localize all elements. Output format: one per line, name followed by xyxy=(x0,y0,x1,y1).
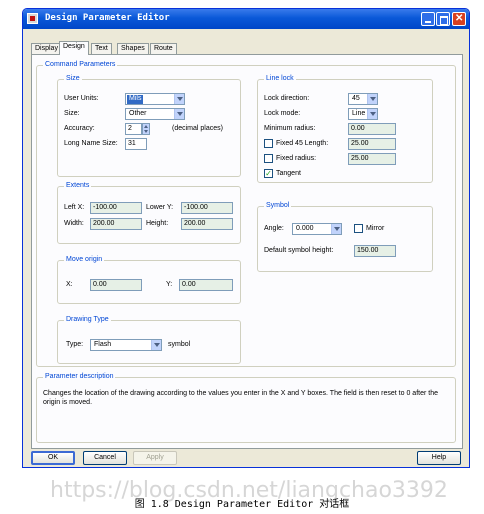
accuracy-input[interactable]: 2 xyxy=(125,123,142,135)
tab-design[interactable]: Design xyxy=(59,41,89,55)
parameter-description-group: Parameter description Changes the locati… xyxy=(36,373,456,443)
mirror-checkbox[interactable] xyxy=(354,224,363,233)
design-parameter-editor-window: Design Parameter Editor Display Design T… xyxy=(22,8,470,468)
app-icon xyxy=(27,13,38,24)
drawing-type-title: Drawing Type xyxy=(64,316,111,323)
drawing-type-select[interactable]: Flash xyxy=(90,339,162,351)
angle-label: Angle: xyxy=(264,225,284,232)
parameter-description-text: Changes the location of the drawing acco… xyxy=(43,390,438,406)
left-x-input[interactable]: -100.00 xyxy=(90,202,142,214)
width-label: Width: xyxy=(64,220,84,227)
angle-select[interactable]: 0.000 xyxy=(292,223,342,235)
height-label: Height: xyxy=(146,220,169,227)
min-radius-input[interactable]: 0.00 xyxy=(348,123,396,135)
min-radius-label: Minimum radius: xyxy=(264,125,316,132)
move-x-label: X: xyxy=(66,281,73,288)
figure-caption: 图 1.8 Design Parameter Editor 对话框 xyxy=(134,499,350,510)
symbol-group: Symbol Angle: 0.000 Mirror Default symbo… xyxy=(257,202,433,272)
minimize-button[interactable] xyxy=(421,12,435,26)
command-parameters-title: Command Parameters xyxy=(43,61,118,68)
size-value: Other xyxy=(129,110,147,117)
tangent-label: Tangent xyxy=(276,170,301,177)
help-button[interactable]: Help xyxy=(417,451,461,465)
left-x-label: Left X: xyxy=(64,204,85,211)
chevron-down-icon[interactable] xyxy=(151,340,161,350)
chevron-down-icon[interactable] xyxy=(174,94,184,104)
fixed-radius-checkbox[interactable] xyxy=(264,154,273,163)
user-units-label: User Units: xyxy=(64,95,99,102)
accuracy-suffix: (decimal places) xyxy=(172,125,223,132)
line-lock-title: Line lock xyxy=(264,75,296,82)
user-units-select[interactable]: Mils xyxy=(125,93,185,105)
size-title: Size xyxy=(64,75,82,82)
move-y-input[interactable]: 0.00 xyxy=(179,279,233,291)
extents-group: Extents Left X: -100.00 Lower Y: -100.00… xyxy=(57,182,241,244)
drawing-type-suffix: symbol xyxy=(168,341,191,348)
long-name-size-input[interactable]: 31 xyxy=(125,138,147,150)
maximize-button[interactable] xyxy=(436,12,450,26)
symbol-title: Symbol xyxy=(264,202,292,209)
drawing-type-label: Type: xyxy=(66,341,84,348)
cancel-button[interactable]: Cancel xyxy=(83,451,127,465)
long-name-size-label: Long Name Size: xyxy=(64,140,118,147)
size-group: Size User Units: Mils Size: Other Accura… xyxy=(57,75,241,177)
fixed-45-label: Fixed 45 Length: xyxy=(276,140,329,147)
lower-y-input[interactable]: -100.00 xyxy=(181,202,233,214)
close-button[interactable] xyxy=(452,12,466,26)
default-symbol-height-input[interactable]: 150.00 xyxy=(354,245,396,257)
command-parameters-group: Command Parameters Size User Units: Mils… xyxy=(36,61,456,367)
parameter-description-title: Parameter description xyxy=(43,373,116,380)
fixed-45-input[interactable]: 25.00 xyxy=(348,138,396,150)
move-origin-title: Move origin xyxy=(64,256,105,263)
chevron-down-icon[interactable] xyxy=(367,109,377,119)
design-tab-panel: Command Parameters Size User Units: Mils… xyxy=(31,54,463,449)
fixed-radius-label: Fixed radius: xyxy=(276,155,317,162)
fixed-45-checkbox[interactable] xyxy=(264,139,273,148)
ok-button[interactable]: OK xyxy=(31,451,75,465)
default-symbol-height-label: Default symbol height: xyxy=(264,247,334,254)
lock-mode-label: Lock mode: xyxy=(264,110,301,117)
width-input[interactable]: 200.00 xyxy=(90,218,142,230)
chevron-down-icon[interactable] xyxy=(174,109,184,119)
chevron-down-icon[interactable] xyxy=(367,94,377,104)
accuracy-spinner[interactable] xyxy=(142,123,150,135)
title-bar[interactable]: Design Parameter Editor xyxy=(23,9,469,29)
line-lock-group: Line lock Lock direction: 45 Lock mode: … xyxy=(257,75,433,183)
apply-button[interactable]: Apply xyxy=(133,451,177,465)
lock-mode-select[interactable]: Line xyxy=(348,108,378,120)
accuracy-label: Accuracy: xyxy=(64,125,95,132)
fixed-radius-input[interactable]: 25.00 xyxy=(348,153,396,165)
lock-direction-label: Lock direction: xyxy=(264,95,310,102)
height-input[interactable]: 200.00 xyxy=(181,218,233,230)
size-select[interactable]: Other xyxy=(125,108,185,120)
lock-direction-value: 45 xyxy=(352,95,360,102)
move-x-input[interactable]: 0.00 xyxy=(90,279,142,291)
size-label: Size: xyxy=(64,110,80,117)
angle-value: 0.000 xyxy=(296,225,314,232)
window-title: Design Parameter Editor xyxy=(45,13,170,23)
lower-y-label: Lower Y: xyxy=(146,204,174,211)
chevron-down-icon[interactable] xyxy=(331,224,341,234)
move-y-label: Y: xyxy=(166,281,173,288)
drawing-type-value: Flash xyxy=(94,341,112,348)
lock-direction-select[interactable]: 45 xyxy=(348,93,378,105)
drawing-type-group: Drawing Type Type: Flash symbol xyxy=(57,316,241,364)
user-units-value: Mils xyxy=(127,95,144,104)
lock-mode-value: Line xyxy=(352,110,366,117)
tangent-checkbox[interactable]: ✓ xyxy=(264,169,273,178)
extents-title: Extents xyxy=(64,182,92,189)
mirror-label: Mirror xyxy=(366,225,385,232)
move-origin-group: Move origin X: 0.00 Y: 0.00 xyxy=(57,256,241,304)
